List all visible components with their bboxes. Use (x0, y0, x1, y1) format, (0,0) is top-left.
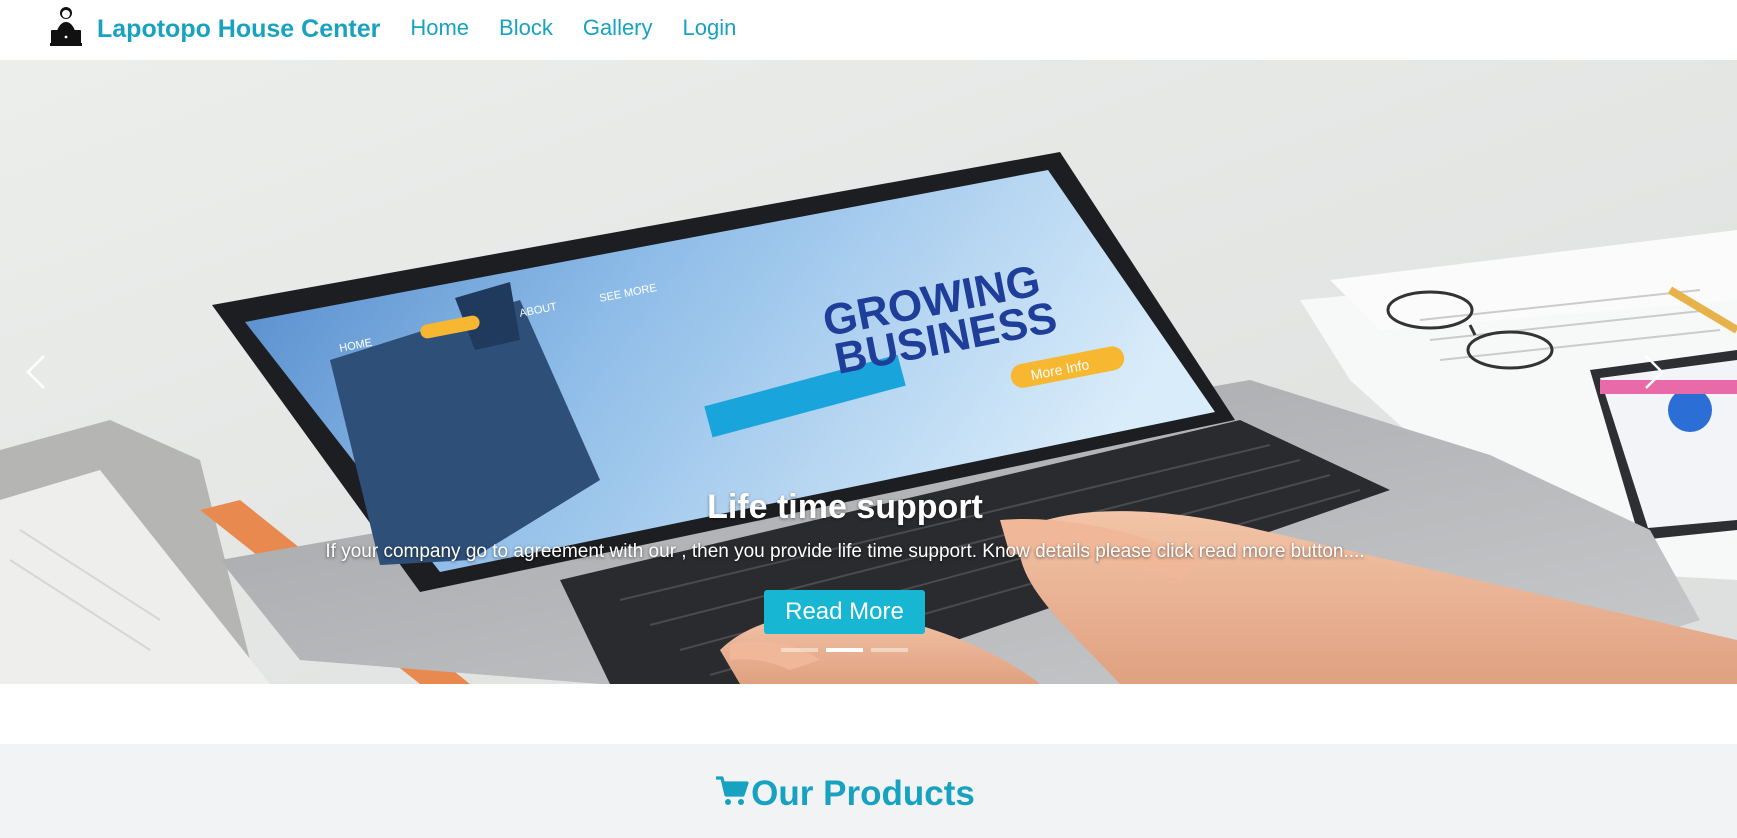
products-heading: Our Products (0, 774, 1690, 814)
navbar: Lapotopo House Center Home Block Gallery… (0, 0, 1737, 60)
products-heading-text: Our Products (751, 774, 975, 813)
hero-carousel: GROWING BUSINESS More Info HOME ABOUT SE… (0, 60, 1737, 684)
carousel-indicator-2[interactable] (826, 648, 863, 652)
nav-link-login[interactable]: Login (683, 15, 737, 41)
nav-link-block[interactable]: Block (499, 15, 553, 41)
carousel-prev-chevron-left-icon[interactable] (16, 350, 60, 394)
nav-link-home[interactable]: Home (410, 15, 469, 41)
slide-title: Life time support (707, 488, 983, 526)
brand-name: Lapotopo House Center (97, 14, 381, 43)
nav-link-gallery[interactable]: Gallery (583, 15, 653, 41)
carousel-indicators (781, 648, 916, 652)
carousel-indicator-3[interactable] (871, 648, 908, 652)
carousel-indicator-1[interactable] (781, 648, 818, 652)
slide-caption: Life time support If your company go to … (0, 488, 1690, 563)
slide-description: If your company go to agreement with our… (325, 541, 1365, 562)
brand-link[interactable]: Lapotopo House Center (50, 7, 381, 52)
products-section: Our Products (0, 744, 1737, 838)
carousel-next-chevron-right-icon[interactable] (1632, 350, 1676, 394)
laptop-user-icon (50, 7, 82, 46)
read-more-button[interactable]: Read More (764, 590, 925, 634)
shopping-cart-icon (716, 776, 749, 805)
nav-links: Home Block Gallery Login (394, 15, 750, 41)
